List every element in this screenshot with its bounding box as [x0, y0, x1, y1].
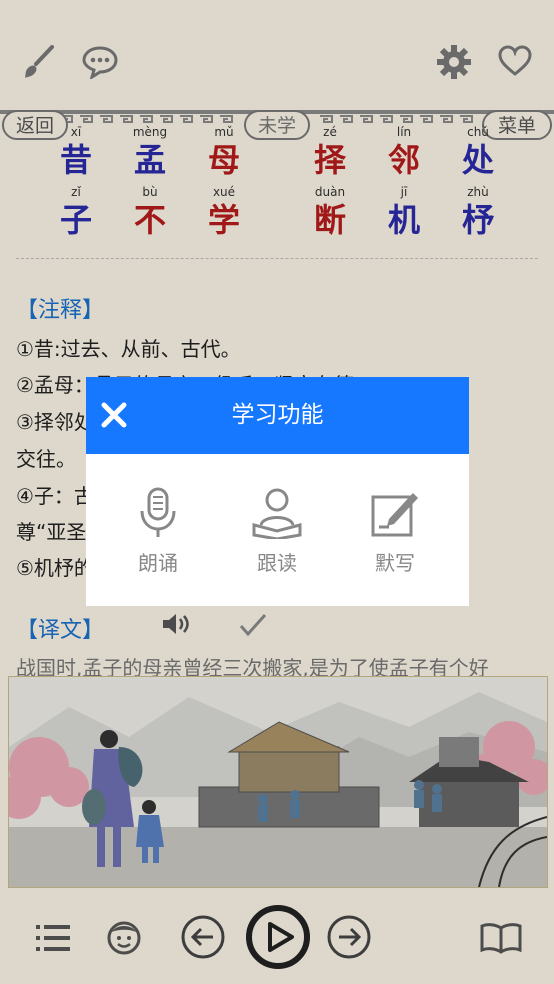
recite-label: 朗诵: [138, 551, 178, 575]
microphone-icon: [136, 487, 180, 543]
reading-person-icon: [251, 488, 303, 543]
dialog-header: 学习功能: [86, 377, 469, 454]
edit-icon: [369, 493, 421, 543]
dialog-title: 学习功能: [231, 402, 324, 428]
learning-functions-dialog: 学习功能 朗诵 跟读 默写: [86, 377, 469, 606]
dictation-label: 默写: [375, 551, 415, 575]
dictation-button[interactable]: 默写: [350, 487, 440, 576]
recite-button[interactable]: 朗诵: [113, 487, 203, 576]
follow-read-button[interactable]: 跟读: [232, 487, 322, 576]
follow-read-label: 跟读: [257, 551, 297, 575]
